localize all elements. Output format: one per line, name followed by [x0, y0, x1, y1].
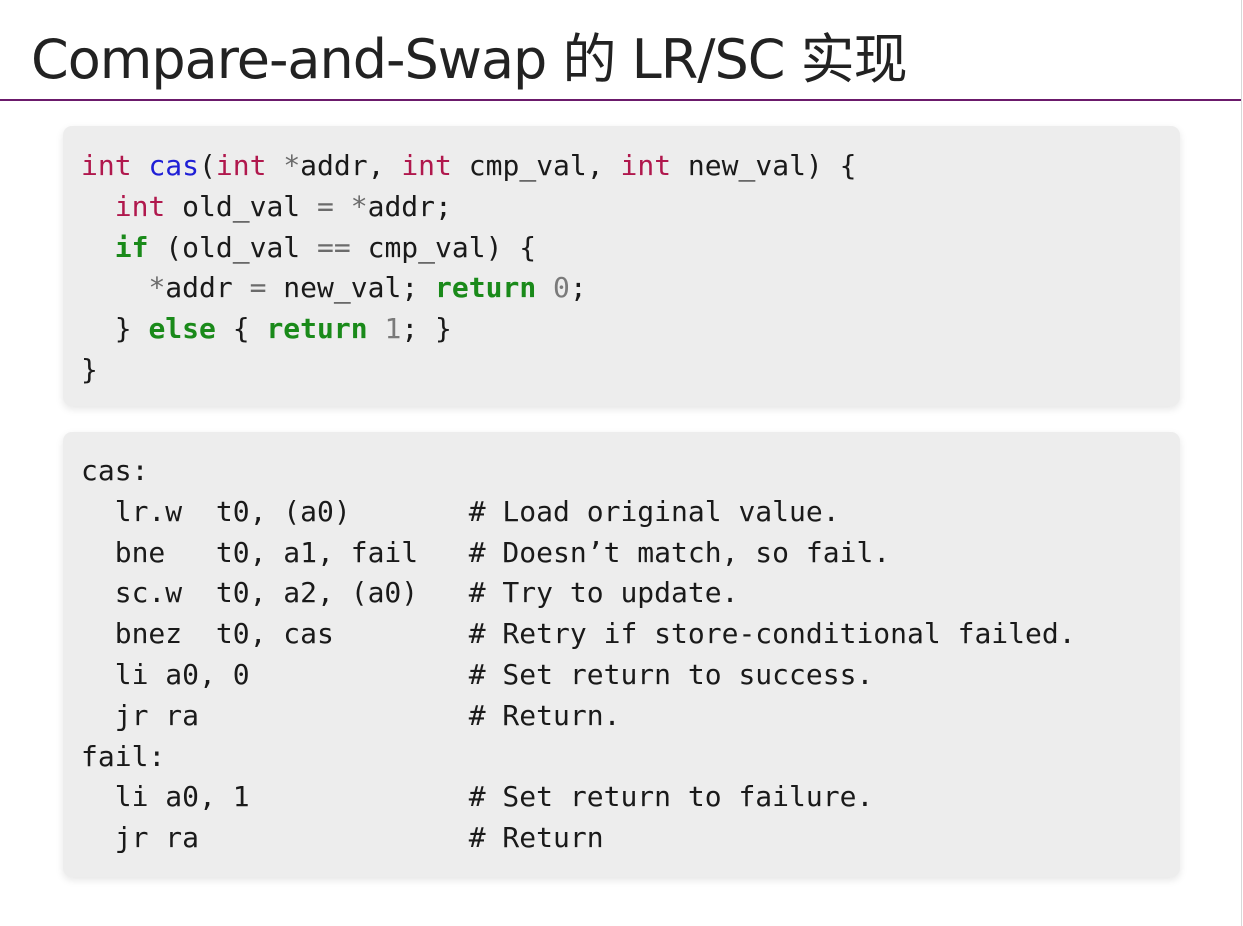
- asm-code-line: li a0, 0 # Set return to success.: [81, 657, 874, 691]
- code-text: (old_val: [148, 230, 318, 264]
- type-keyword: int: [114, 189, 166, 223]
- type-keyword: int: [81, 149, 132, 182]
- c-code-line: }: [81, 350, 1180, 391]
- c-code-line: int old_val = *addr;: [81, 187, 1180, 228]
- type-keyword: int: [215, 149, 267, 182]
- number-literal: 1: [384, 312, 402, 346]
- operator: ==: [317, 230, 351, 264]
- asm-code-line: cas:: [81, 454, 149, 487]
- code-text: addr;: [367, 189, 452, 223]
- code-text: }: [81, 352, 98, 386]
- operator: =: [317, 189, 334, 223]
- number-literal: 0: [553, 271, 570, 305]
- asm-code-line: jr ra # Return: [81, 821, 604, 855]
- code-text: new_val) {: [671, 149, 857, 182]
- operator: *: [283, 149, 301, 182]
- operator: =: [249, 271, 267, 305]
- code-text: {: [215, 312, 267, 346]
- asm-code-line: li a0, 1 # Set return to failure.: [81, 780, 874, 814]
- type-keyword: int: [401, 149, 452, 182]
- c-code-line: int cas(int *addr, int cmp_val, int new_…: [81, 146, 1180, 187]
- asm-code-line: jr ra # Return.: [81, 698, 621, 732]
- code-text: ;: [569, 271, 587, 305]
- code-text: addr,: [300, 149, 402, 182]
- asm-code-line: bne t0, a1, fail # Doesn’t match, so fai…: [81, 535, 891, 569]
- code-text: }: [81, 312, 149, 346]
- c-code-line: if (old_val == cmp_val) {: [81, 228, 1180, 269]
- control-keyword: else: [148, 312, 216, 346]
- asm-code-line: fail:: [81, 739, 166, 773]
- control-keyword: return: [435, 271, 537, 305]
- code-text: old_val: [165, 189, 318, 223]
- c-code-line: } else { return 1; }: [81, 309, 1180, 350]
- code-text: cmp_val,: [451, 149, 621, 182]
- control-keyword: return: [266, 312, 368, 346]
- asm-code-line: bnez t0, cas # Retry if store-conditiona…: [81, 617, 1076, 651]
- control-keyword: if: [114, 230, 149, 264]
- code-text: cmp_val) {: [350, 230, 537, 264]
- operator: *: [350, 189, 368, 223]
- c-code-line: *addr = new_val; return 0;: [81, 268, 1180, 309]
- type-keyword: int: [620, 149, 672, 182]
- code-text: ; }: [401, 312, 452, 346]
- code-text: new_val;: [266, 271, 436, 305]
- code-text: (: [199, 149, 216, 182]
- assembly-code-block: cas: lr.w t0, (a0) # Load original value…: [63, 432, 1180, 877]
- c-code-block: int cas(int *addr, int cmp_val, int new_…: [63, 126, 1180, 406]
- slide-title: Compare-and-Swap 的 LR/SC 实现: [31, 28, 908, 91]
- code-text: addr: [165, 271, 250, 305]
- title-divider: [0, 99, 1241, 101]
- function-name: cas: [148, 149, 200, 182]
- operator: *: [148, 271, 166, 305]
- slide: Compare-and-Swap 的 LR/SC 实现 int cas(int …: [0, 0, 1242, 926]
- asm-code-line: lr.w t0, (a0) # Load original value.: [81, 494, 840, 528]
- asm-code-line: sc.w t0, a2, (a0) # Try to update.: [81, 576, 739, 610]
